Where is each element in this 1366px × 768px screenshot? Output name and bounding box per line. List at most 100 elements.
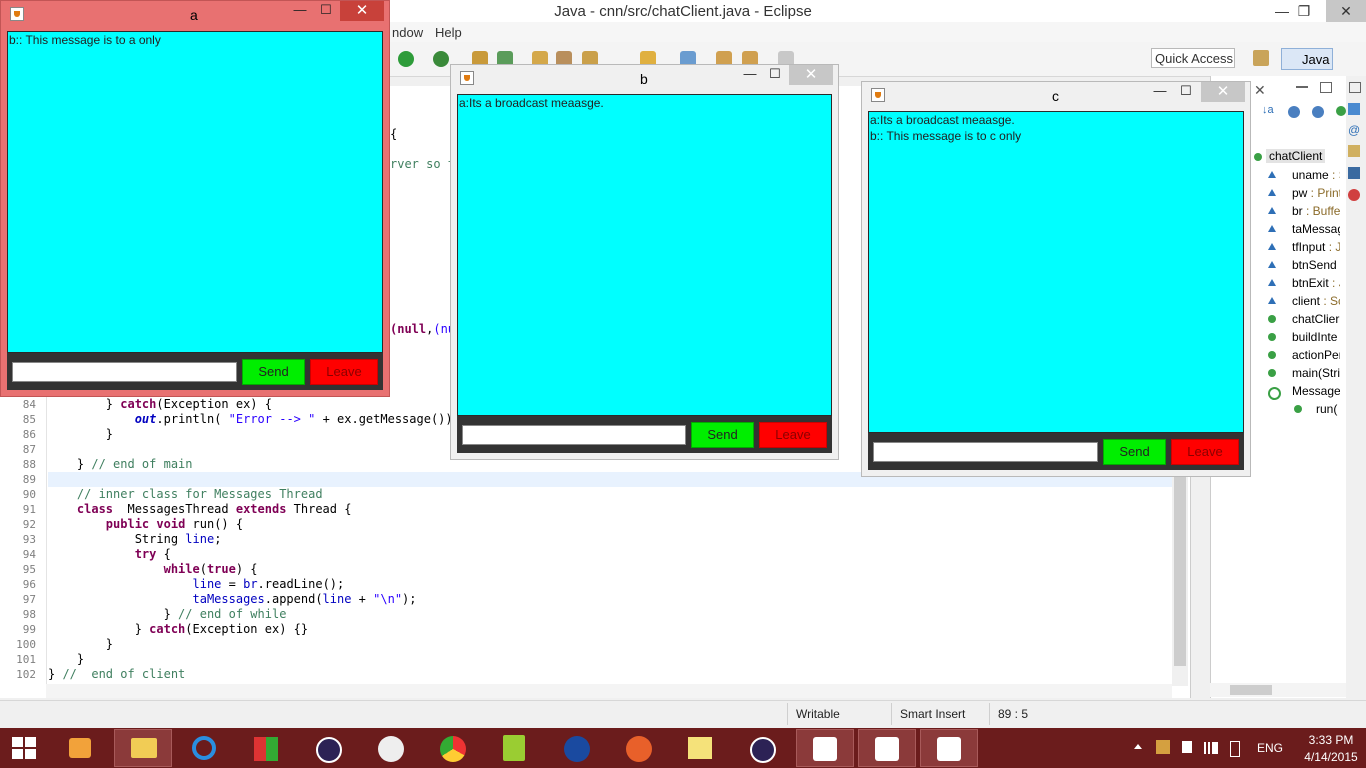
code-line: } // end of while (48, 607, 287, 621)
chat-b-message-area[interactable]: a:Its a broadcast meaasge. (457, 94, 832, 416)
code-token: String (48, 532, 186, 546)
outline-item[interactable]: run( (1316, 402, 1344, 416)
taskbar-app[interactable] (362, 729, 420, 767)
chat-c-message-area[interactable]: a:Its a broadcast meaasge. b:: This mess… (868, 111, 1244, 433)
eclipse-close-button[interactable]: ✕ (1326, 0, 1366, 22)
outline-item[interactable]: chatClier (1292, 312, 1340, 326)
chat-a-close-button[interactable]: ✕ (340, 1, 384, 21)
chat-a-message-input[interactable] (12, 362, 237, 382)
outline-minimize-icon[interactable] (1296, 86, 1308, 88)
taskbar-internet-explorer[interactable] (176, 729, 234, 767)
taskbar-office[interactable] (238, 729, 296, 767)
quick-access-input[interactable]: Quick Access (1151, 48, 1235, 68)
code-token: class (76, 502, 114, 516)
restore-icon[interactable] (1349, 82, 1361, 93)
outline-item[interactable]: btnSend (1292, 258, 1340, 272)
outline-item[interactable]: buildInte (1292, 330, 1340, 344)
code-token: ( (199, 562, 207, 576)
taskbar-media-player[interactable] (52, 729, 110, 767)
chat-b-send-button[interactable]: Send (691, 422, 754, 448)
taskbar-eclipse-1[interactable] (300, 729, 358, 767)
method-icon (1268, 333, 1276, 341)
menu-help[interactable]: Help (435, 25, 462, 40)
battery-icon[interactable] (1230, 741, 1240, 757)
chat-c-leave-button[interactable]: Leave (1171, 439, 1239, 465)
chat-b-message-input[interactable] (462, 425, 686, 445)
chat-a-maximize-button[interactable]: ☐ (316, 2, 336, 18)
outline-root[interactable]: chatClient (1266, 149, 1326, 163)
external-tools-icon[interactable] (433, 51, 449, 67)
declaration-icon[interactable] (1348, 167, 1360, 179)
outline-item[interactable]: main(Stri (1292, 366, 1340, 380)
problems-icon[interactable] (1348, 189, 1360, 201)
chat-a-message-area[interactable]: b:: This message is to a only (7, 31, 383, 353)
outline-item[interactable]: pw : Print (1292, 186, 1340, 200)
open-perspective-icon[interactable] (1253, 50, 1269, 66)
chat-b-minimize-button[interactable]: — (740, 66, 760, 81)
media-player-icon (69, 738, 91, 758)
chat-c-maximize-button[interactable]: ☐ (1176, 83, 1196, 99)
chat-c-message-input[interactable] (873, 442, 1098, 462)
status-divider (787, 703, 788, 725)
show-hidden-icons-icon[interactable] (1134, 744, 1142, 749)
line-number: 92 (22, 518, 36, 531)
taskbar-java-a[interactable] (796, 729, 854, 767)
outline-item[interactable]: Messages (1292, 384, 1340, 398)
outline-item[interactable]: br : Buffe (1292, 204, 1340, 218)
chat-b-close-button[interactable]: ✕ (789, 65, 833, 85)
outline-maximize-icon[interactable] (1320, 82, 1332, 93)
eclipse-maximize-button[interactable]: ❐ (1284, 0, 1324, 22)
outline-item-name: run( (1316, 402, 1338, 416)
javadoc-icon[interactable] (1348, 145, 1360, 157)
chat-b-leave-button[interactable]: Leave (759, 422, 827, 448)
volume-icon[interactable] (1182, 741, 1192, 753)
outline-item[interactable]: taMessag (1292, 222, 1340, 236)
run-icon[interactable] (398, 51, 414, 67)
hide-static-icon[interactable] (1312, 106, 1324, 118)
language-indicator[interactable]: ENG (1257, 741, 1283, 755)
taskbar-file-explorer[interactable] (114, 729, 172, 767)
hide-nonpublic-icon[interactable] (1336, 106, 1346, 116)
task-list-icon[interactable] (1348, 103, 1360, 115)
sticky-notes-icon (688, 737, 712, 759)
action-center-icon[interactable] (1156, 740, 1170, 754)
editor-horizontal-scrollbar[interactable] (46, 684, 1172, 698)
code-token: extends (235, 502, 287, 516)
start-button[interactable] (12, 737, 36, 759)
at-icon[interactable]: @ (1348, 123, 1360, 137)
network-icon[interactable] (1204, 742, 1218, 754)
sort-icon[interactable]: ↓a (1262, 104, 1274, 116)
outline-item[interactable]: client : Sc (1292, 294, 1340, 308)
hide-fields-icon[interactable] (1288, 106, 1300, 118)
java-icon (10, 7, 24, 21)
taskbar-notepad[interactable] (486, 729, 544, 767)
chat-a-leave-button[interactable]: Leave (310, 359, 378, 385)
outline-item[interactable]: uname : S (1292, 168, 1340, 182)
taskbar-eclipse-2[interactable] (734, 729, 792, 767)
java-perspective-button[interactable]: Java (1281, 48, 1333, 70)
code-token: void (156, 517, 186, 531)
taskbar-firefox[interactable] (610, 729, 668, 767)
code-token: "Error --> " (228, 412, 316, 426)
taskbar-chrome[interactable] (424, 729, 482, 767)
chat-a-send-button[interactable]: Send (242, 359, 305, 385)
outline-item[interactable]: btnExit : J (1292, 276, 1340, 290)
clock-time[interactable]: 3:33 PM (1296, 733, 1366, 747)
code-token: catch (120, 397, 157, 411)
taskbar-sticky-notes[interactable] (672, 729, 730, 767)
taskbar-java-c[interactable] (920, 729, 978, 767)
menu-window[interactable]: ndow (392, 25, 423, 40)
chat-a-minimize-button[interactable]: — (290, 2, 310, 17)
outline-scroll-thumb[interactable] (1230, 685, 1272, 695)
outline-item[interactable]: actionPer (1292, 348, 1340, 362)
outline-item[interactable]: tfInput : J (1292, 240, 1340, 254)
taskbar-java-b[interactable] (858, 729, 916, 767)
taskbar-globe[interactable] (548, 729, 606, 767)
clock-date[interactable]: 4/14/2015 (1296, 750, 1366, 764)
chat-c-minimize-button[interactable]: — (1150, 83, 1170, 98)
chat-c-send-button[interactable]: Send (1103, 439, 1166, 465)
code-fragment-comment: rver so t (390, 157, 456, 171)
outline-close-icon[interactable]: ✕ (1254, 82, 1266, 99)
chat-b-maximize-button[interactable]: ☐ (765, 66, 785, 82)
chat-c-close-button[interactable]: ✕ (1201, 82, 1245, 102)
